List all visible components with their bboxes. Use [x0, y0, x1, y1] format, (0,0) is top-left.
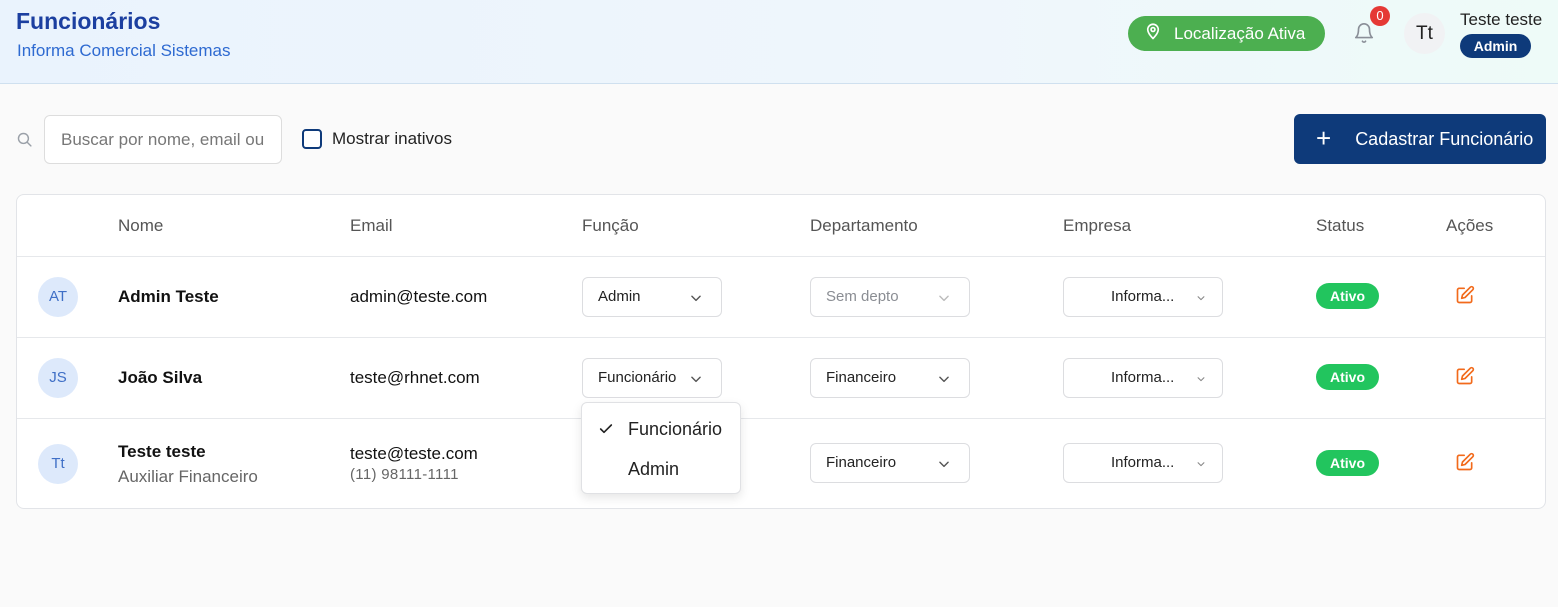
column-header-status: Status — [1316, 216, 1365, 235]
department-select[interactable]: Sem depto — [810, 277, 970, 317]
avatar: JS — [38, 358, 78, 398]
role-select[interactable]: Funcionário — [582, 358, 722, 398]
user-avatar[interactable]: Tt — [1404, 13, 1445, 54]
status-badge: Ativo — [1316, 450, 1379, 476]
user-role-badge: Admin — [1460, 34, 1531, 58]
row-divider — [17, 256, 1545, 257]
role-select-value: Admin — [598, 288, 641, 305]
row-divider — [17, 337, 1545, 338]
add-employee-button[interactable]: + Cadastrar Funcionário — [1294, 114, 1546, 164]
column-header-role: Função — [582, 216, 639, 235]
plus-icon: + — [1316, 122, 1332, 153]
edit-icon[interactable] — [1455, 452, 1477, 474]
status-badge: Ativo — [1316, 364, 1379, 390]
employee-name: João Silva — [118, 368, 203, 387]
employee-email: admin@teste.com — [350, 287, 488, 306]
department-select-value: Financeiro — [826, 454, 897, 471]
chevron-down-icon — [939, 461, 949, 468]
map-pin-icon — [1144, 21, 1174, 46]
role-dropdown-menu: Funcionário Admin — [581, 402, 741, 494]
edit-icon[interactable] — [1455, 285, 1477, 307]
notification-count-badge: 0 — [1370, 6, 1390, 26]
column-header-name: Nome — [118, 216, 164, 235]
role-option-funcionario[interactable]: Funcionário — [582, 410, 740, 448]
department-select[interactable]: Financeiro — [810, 443, 970, 483]
location-label: Localização Ativa — [1174, 23, 1306, 43]
chevron-down-icon — [939, 295, 949, 302]
department-select[interactable]: Financeiro — [810, 358, 970, 398]
avatar: AT — [38, 277, 78, 317]
bell-icon[interactable] — [1353, 22, 1377, 46]
column-header-company: Empresa — [1063, 216, 1132, 235]
company-select-value: Informa... — [1111, 454, 1175, 471]
employee-phone: (11) 98111-1111 — [350, 466, 459, 483]
employee-name: Teste teste — [118, 442, 206, 461]
show-inactive-label[interactable]: Mostrar inativos — [332, 129, 452, 149]
company-select[interactable]: Informa... — [1063, 443, 1223, 483]
search-input[interactable] — [44, 115, 282, 164]
role-select-value: Funcionário — [598, 369, 677, 386]
chevron-down-icon — [939, 376, 949, 383]
location-active-button[interactable]: Localização Ativa — [1128, 16, 1325, 51]
user-name: Teste teste — [1460, 10, 1543, 29]
department-select-value: Financeiro — [826, 369, 897, 386]
column-header-actions: Ações — [1446, 216, 1494, 235]
chevron-down-icon — [1197, 462, 1205, 467]
chevron-down-icon — [1197, 377, 1205, 382]
company-select[interactable]: Informa... — [1063, 277, 1223, 317]
role-option-label: Admin — [628, 459, 680, 479]
employee-position: Auxiliar Financeiro — [118, 467, 258, 486]
search-icon — [16, 131, 33, 153]
department-select-value: Sem depto — [826, 288, 899, 305]
edit-icon[interactable] — [1455, 366, 1477, 388]
company-select-value: Informa... — [1111, 288, 1175, 305]
add-employee-label: Cadastrar Funcionário — [1355, 128, 1534, 149]
page-title: Funcionários — [16, 8, 161, 34]
employees-table: Nome Email Função Departamento Empresa S… — [16, 194, 1546, 509]
employee-email: teste@rhnet.com — [350, 368, 480, 387]
check-icon — [599, 424, 613, 434]
row-divider — [17, 418, 1545, 419]
status-badge: Ativo — [1316, 283, 1379, 309]
company-select[interactable]: Informa... — [1063, 358, 1223, 398]
chevron-down-icon — [691, 295, 701, 302]
show-inactive-checkbox[interactable] — [302, 129, 322, 149]
column-header-department: Departamento — [810, 216, 918, 235]
role-option-label: Funcionário — [628, 419, 723, 439]
role-option-admin[interactable]: Admin — [582, 450, 740, 488]
top-header: Funcionários Informa Comercial Sistemas … — [0, 0, 1558, 84]
avatar: Tt — [38, 444, 78, 484]
role-select[interactable]: Admin — [582, 277, 722, 317]
company-subtitle: Informa Comercial Sistemas — [17, 41, 231, 60]
employee-name: Admin Teste — [118, 287, 219, 306]
employee-email: teste@teste.com — [350, 444, 478, 463]
chevron-down-icon — [691, 376, 701, 383]
company-select-value: Informa... — [1111, 369, 1175, 386]
chevron-down-icon — [1197, 296, 1205, 301]
column-header-email: Email — [350, 216, 393, 235]
